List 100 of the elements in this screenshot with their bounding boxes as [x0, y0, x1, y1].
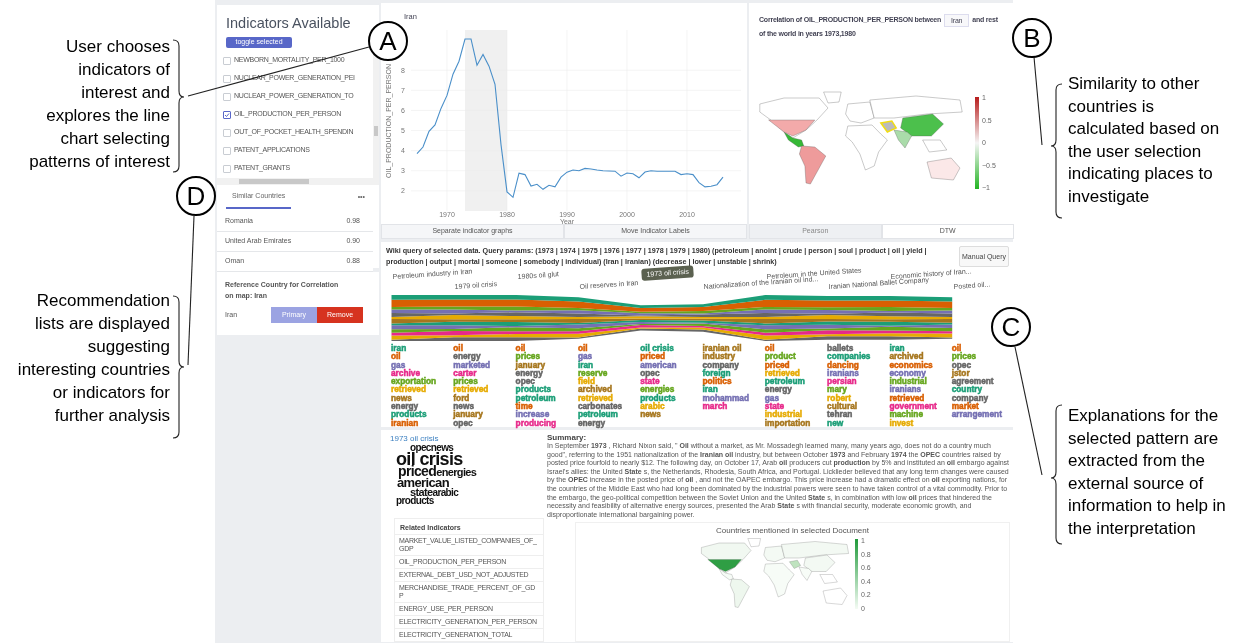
cloud-word: news	[430, 444, 454, 452]
topic-word: iran	[702, 385, 718, 394]
topic-word: news	[391, 393, 412, 403]
topic-word: opec	[951, 360, 972, 369]
topic-word: persian	[827, 377, 857, 386]
topic-word: energy	[764, 385, 792, 394]
topic-word: iran	[889, 344, 905, 353]
topic-word: retrieved	[577, 393, 613, 403]
topic-word: iranians	[889, 385, 922, 394]
topic-word: industrial	[764, 410, 803, 419]
topic-word: carbonates	[577, 402, 623, 411]
callout-label: D	[176, 176, 216, 216]
scrollbar[interactable]	[217, 177, 379, 185]
topic-word: oil	[764, 344, 775, 353]
topic-word: iranians	[827, 368, 859, 378]
topic-word: energy	[577, 418, 606, 427]
topic-word: energies	[640, 385, 675, 394]
topic-word: oil	[391, 352, 401, 361]
topic-word: gas	[391, 360, 406, 369]
topic-word: opec	[453, 418, 473, 427]
topic-word: arrangement	[951, 410, 1002, 419]
topic-word: oil crisis	[640, 344, 674, 353]
cloud-word: arabic	[432, 488, 459, 497]
topic-word: iranian oil industry	[702, 344, 743, 361]
topic-word: prices	[515, 352, 541, 361]
topic-word: machine	[889, 410, 924, 419]
cloud-word: opec	[410, 444, 431, 452]
topic-word: priced	[640, 352, 666, 361]
annotation-text: Similarity to other countries is calculated based on the user selection indicating places to investigate	[1068, 73, 1221, 208]
topic-word: oil	[951, 344, 962, 353]
topic-word: archived	[577, 385, 613, 394]
topic-word: march	[702, 402, 728, 411]
topic-word: january	[453, 410, 483, 419]
topic-word: petroleum	[764, 377, 805, 386]
topic-word: producing	[515, 418, 557, 427]
color-scale	[854, 539, 858, 610]
topic-word: ballets	[827, 344, 854, 353]
topic-word: invest	[889, 418, 914, 427]
topic-word: increase	[515, 410, 550, 419]
topic-word: oil	[453, 344, 463, 353]
topic-word: retrieved	[889, 393, 925, 403]
topic-word: company	[702, 360, 739, 369]
checkbox[interactable]	[223, 110, 231, 119]
topic-word: products	[515, 385, 552, 394]
topic-word: oil	[515, 344, 526, 353]
topic-word: government	[889, 402, 937, 411]
annotation-text: Explanations for the selected pattern are extracted from the external source of information to help in the interpretation	[1068, 405, 1227, 540]
topic-word: ford	[453, 393, 470, 403]
topic-word: energy	[391, 402, 419, 411]
topic-word: january	[515, 360, 546, 369]
topic-word: tehran	[827, 410, 853, 419]
topic-word: energy	[453, 352, 481, 361]
topic-word: state	[764, 402, 785, 411]
topic-word: news	[640, 410, 661, 419]
annotation-text: Recommendation lists are displayed suggesting interesting countries or indicators for further analysis	[17, 290, 170, 427]
topic-word: country	[951, 385, 983, 394]
document-title[interactable]: 1973 oil crisis	[390, 434, 439, 443]
topic-word: time	[515, 402, 533, 411]
topic-word: industrial	[889, 377, 927, 386]
callout-label: C	[991, 307, 1031, 347]
topic-word: mary	[827, 385, 847, 394]
panel-title: Indicators Available	[225, 14, 352, 32]
topic-word: product	[764, 352, 796, 361]
topic-word: retrieved	[453, 385, 489, 394]
topic-word: economy	[889, 368, 926, 378]
cloud-word: american	[397, 477, 449, 488]
cloud-word: energies	[436, 468, 477, 478]
topic-word: field	[577, 377, 595, 386]
topic-word: iran	[577, 360, 594, 369]
cloud-word: priced	[398, 466, 437, 478]
topic-word: american	[640, 360, 677, 369]
summary-title: Summary:	[547, 433, 587, 442]
callout-label: B	[1012, 18, 1052, 58]
topic-word: gas	[764, 393, 780, 403]
topic-word: retrieved	[391, 385, 427, 394]
topic-word: iran	[391, 344, 407, 353]
topic-word: opec	[515, 377, 535, 386]
topic-word: oil	[577, 344, 588, 353]
topic-word: mohammad	[702, 393, 750, 403]
cloud-word: state	[410, 487, 433, 497]
topic-word: market	[951, 402, 979, 411]
topic-word: products	[391, 410, 427, 419]
topic-word: gas	[577, 352, 593, 361]
annotation-text: User chooses indicators of interest and explores the line chart selecting patterns of interest	[29, 36, 170, 173]
topic-word: cultural	[827, 402, 858, 411]
topic-word: exportation	[391, 377, 437, 386]
topic-word: prices	[951, 352, 977, 361]
topic-word: opec	[640, 368, 660, 378]
topic-word: companies	[827, 352, 871, 361]
topic-word: new	[827, 418, 844, 427]
topic-word: agreement	[951, 377, 994, 386]
topic-word: reserve	[577, 368, 608, 378]
map-title: Countries mentioned in selected Document	[716, 526, 869, 536]
topic-word: politics	[702, 377, 732, 386]
topic-word: archived	[889, 352, 924, 361]
topic-word: iranian	[391, 418, 419, 427]
topic-word: importation	[764, 418, 811, 427]
topic-word: carter	[453, 368, 477, 378]
topic-word: economics	[889, 360, 933, 369]
topic-word: news	[453, 402, 475, 411]
